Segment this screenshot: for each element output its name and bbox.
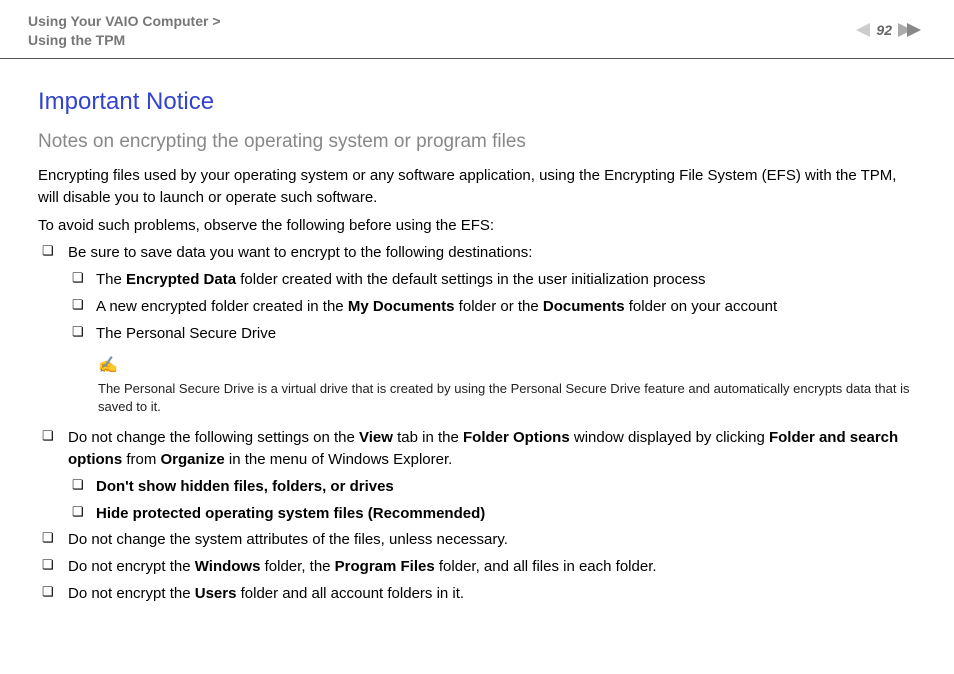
bold-text: Hide protected operating system files (R… bbox=[96, 505, 485, 522]
bold-text: Program Files bbox=[335, 558, 435, 575]
text: tab in the bbox=[393, 429, 463, 446]
bold-text: Folder Options bbox=[463, 429, 570, 446]
page-number: 92 bbox=[876, 22, 892, 38]
page-header: Using Your VAIO Computer > Using the TPM… bbox=[0, 0, 954, 59]
pager: 92 bbox=[856, 22, 926, 38]
main-list: Be sure to save data you want to encrypt… bbox=[38, 242, 916, 604]
text: Do not encrypt the bbox=[68, 558, 195, 575]
sub-list: The Encrypted Data folder created with t… bbox=[68, 269, 916, 344]
text: from bbox=[122, 451, 160, 468]
note-icon: ✍ bbox=[98, 357, 118, 374]
list-item: Hide protected operating system files (R… bbox=[68, 503, 916, 525]
bold-text: Windows bbox=[195, 558, 261, 575]
note-block: ✍ The Personal Secure Drive is a virtual… bbox=[98, 354, 916, 417]
sub-list: Don't show hidden files, folders, or dri… bbox=[68, 476, 916, 525]
intro-paragraph-2: To avoid such problems, observe the foll… bbox=[38, 215, 916, 237]
bold-text: Organize bbox=[161, 451, 225, 468]
breadcrumb: Using Your VAIO Computer > Using the TPM bbox=[28, 12, 221, 50]
bold-text: Don't show hidden files, folders, or dri… bbox=[96, 478, 394, 495]
list-item: Do not encrypt the Users folder and all … bbox=[38, 583, 916, 605]
content-area: Important Notice Notes on encrypting the… bbox=[0, 59, 954, 630]
text: folder created with the default settings… bbox=[236, 271, 705, 288]
text: folder or the bbox=[455, 298, 543, 315]
next-page-icon-2[interactable] bbox=[907, 23, 921, 37]
bold-text: View bbox=[359, 429, 393, 446]
breadcrumb-line-1: Using Your VAIO Computer > bbox=[28, 12, 221, 31]
text: The bbox=[96, 271, 126, 288]
list-item: Do not change the system attributes of t… bbox=[38, 529, 916, 551]
breadcrumb-line-2: Using the TPM bbox=[28, 31, 221, 50]
note-text: The Personal Secure Drive is a virtual d… bbox=[98, 380, 916, 418]
page-title: Important Notice bbox=[38, 85, 916, 120]
text: Do not encrypt the bbox=[68, 585, 195, 602]
text: Do not change the system attributes of t… bbox=[68, 531, 508, 548]
list-text: Be sure to save data you want to encrypt… bbox=[68, 244, 532, 261]
list-item: A new encrypted folder created in the My… bbox=[68, 296, 916, 318]
prev-page-icon[interactable] bbox=[856, 23, 870, 37]
list-item: Do not encrypt the Windows folder, the P… bbox=[38, 556, 916, 578]
text: folder and all account folders in it. bbox=[236, 585, 464, 602]
list-item: Do not change the following settings on … bbox=[38, 427, 916, 524]
list-item: Be sure to save data you want to encrypt… bbox=[38, 242, 916, 417]
bold-text: Users bbox=[195, 585, 237, 602]
text: in the menu of Windows Explorer. bbox=[225, 451, 453, 468]
text: A new encrypted folder created in the bbox=[96, 298, 348, 315]
bold-text: Documents bbox=[543, 298, 625, 315]
text: folder, the bbox=[260, 558, 334, 575]
list-item: The Personal Secure Drive bbox=[68, 323, 916, 345]
bold-text: My Documents bbox=[348, 298, 455, 315]
intro-paragraph-1: Encrypting files used by your operating … bbox=[38, 165, 916, 209]
list-item: Don't show hidden files, folders, or dri… bbox=[68, 476, 916, 498]
text: window displayed by clicking bbox=[570, 429, 769, 446]
text: folder, and all files in each folder. bbox=[435, 558, 657, 575]
text: The Personal Secure Drive bbox=[96, 325, 276, 342]
bold-text: Encrypted Data bbox=[126, 271, 236, 288]
text: Do not change the following settings on … bbox=[68, 429, 359, 446]
text: folder on your account bbox=[625, 298, 778, 315]
section-subtitle: Notes on encrypting the operating system… bbox=[38, 128, 916, 156]
list-item: The Encrypted Data folder created with t… bbox=[68, 269, 916, 291]
